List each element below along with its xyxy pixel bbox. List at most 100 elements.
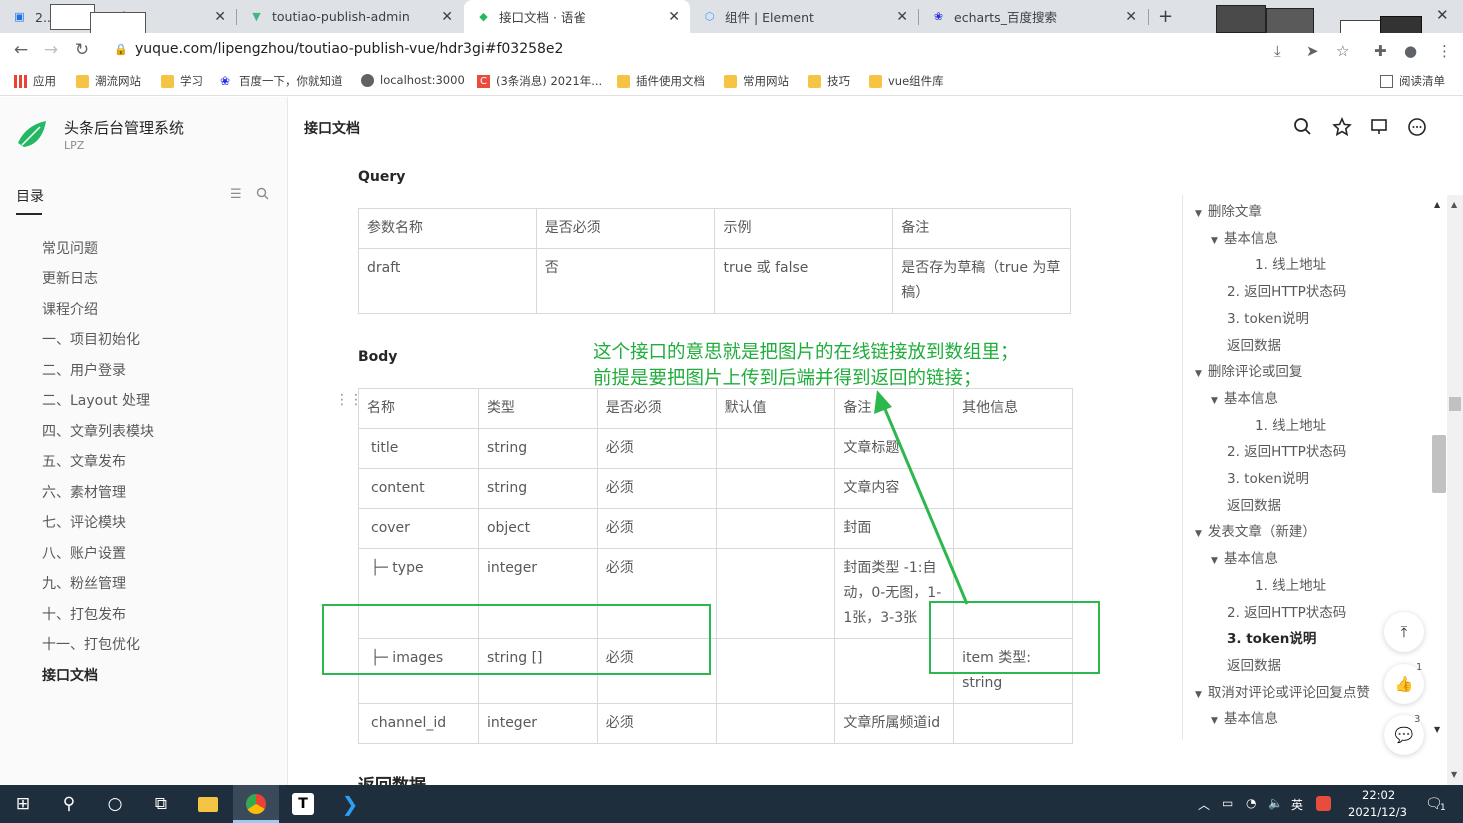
bookmark-item[interactable]: localhost:3000 — [361, 73, 465, 87]
outline-item[interactable]: 2. 返回HTTP状态码 — [1227, 440, 1346, 460]
outline-item[interactable]: 2. 返回HTTP状态码 — [1227, 601, 1346, 621]
close-icon[interactable]: ✕ — [896, 9, 908, 25]
present-icon[interactable] — [1369, 117, 1389, 137]
sidebar-item[interactable]: 二、用户登录 — [42, 360, 126, 380]
caret-down-icon[interactable]: ▼ — [1211, 396, 1218, 406]
bookmark-item[interactable]: vue组件库 — [869, 73, 944, 89]
outline-item[interactable]: 1. 线上地址 — [1255, 574, 1326, 594]
more-icon[interactable] — [1407, 117, 1427, 137]
url-text[interactable]: yuque.com/lipengzhou/toutiao-publish-vue… — [135, 41, 563, 57]
tab-toutiao-admin[interactable]: ▼ toutiao-publish-admin ✕ — [237, 0, 463, 33]
file-explorer-icon[interactable] — [185, 785, 231, 823]
bookmark-star-icon[interactable]: ☆ — [1336, 42, 1349, 60]
ime-indicator[interactable]: 英 — [1291, 796, 1303, 813]
tab-element[interactable]: ⬡ 组件 | Element ✕ — [690, 0, 918, 33]
outline-item[interactable]: 返回数据 — [1227, 654, 1281, 674]
sidebar-item[interactable]: 八、账户设置 — [42, 543, 126, 563]
caret-down-icon[interactable]: ▼ — [1195, 209, 1202, 219]
outline-item[interactable]: ▼ 发表文章（新建） — [1195, 520, 1316, 540]
search-icon[interactable] — [1293, 117, 1313, 137]
outline-item[interactable]: 3. token说明 — [1227, 627, 1316, 647]
sidebar-item[interactable]: 二、Layout 处理 — [42, 390, 150, 410]
forward-icon[interactable]: → — [40, 40, 62, 60]
star-icon[interactable] — [1332, 117, 1352, 137]
caret-down-icon[interactable]: ▼ — [1211, 236, 1218, 246]
back-icon[interactable]: ← — [10, 40, 32, 60]
outline-scroll-up-icon[interactable]: ▲ — [1434, 200, 1440, 209]
battery-icon[interactable]: ▭ — [1222, 796, 1233, 810]
outline-item[interactable]: ▼ 删除文章 — [1195, 200, 1262, 220]
back-to-top-button[interactable]: ⤒ — [1384, 612, 1424, 652]
tab-yuque-api-doc[interactable]: ◆ 接口文档 · 语雀 ✕ — [464, 0, 690, 33]
book-title[interactable]: 头条后台管理系统 — [64, 117, 184, 138]
close-icon[interactable]: ✕ — [1125, 9, 1137, 25]
window-close-icon[interactable]: ✕ — [1436, 6, 1449, 24]
network-icon[interactable]: ◔ — [1246, 796, 1256, 810]
chrome-icon[interactable] — [233, 785, 279, 823]
profile-icon[interactable]: ● — [1404, 42, 1417, 60]
sidebar-item[interactable]: 九、粉丝管理 — [42, 573, 126, 593]
windows-start-icon[interactable]: ⊞ — [0, 785, 46, 823]
outline-item[interactable]: 3. token说明 — [1227, 467, 1309, 487]
close-icon[interactable]: ✕ — [441, 9, 453, 25]
volume-icon[interactable]: 🔈 — [1268, 796, 1283, 810]
install-icon[interactable]: ⤓ — [1274, 42, 1281, 60]
caret-down-icon[interactable]: ▼ — [1195, 529, 1202, 539]
list-icon[interactable]: ☰ — [230, 187, 242, 202]
cortana-icon[interactable]: ○ — [92, 785, 138, 823]
outline-item[interactable]: ▼ 基本信息 — [1211, 707, 1278, 727]
outline-item[interactable]: 返回数据 — [1227, 334, 1281, 354]
outline-item[interactable]: ▼ 基本信息 — [1211, 547, 1278, 567]
outline-item[interactable]: 1. 线上地址 — [1255, 414, 1326, 434]
bookmark-item[interactable]: 技巧 — [808, 73, 850, 89]
sidebar-item[interactable]: 七、评论模块 — [42, 512, 126, 532]
task-view-icon[interactable]: ⧉ — [138, 785, 184, 823]
bookmark-item[interactable]: ❀ 百度一下，你就知道 — [220, 73, 343, 89]
scrollbar-thumb[interactable] — [1449, 397, 1461, 411]
search-icon[interactable] — [256, 187, 269, 200]
sogou-ime-icon[interactable] — [1316, 796, 1331, 814]
reading-list[interactable]: 阅读清单 — [1380, 73, 1445, 89]
outline-item[interactable]: ▼ 基本信息 — [1211, 227, 1278, 247]
sidebar-item[interactable]: 常见问题 — [42, 238, 98, 258]
caret-down-icon[interactable]: ▼ — [1195, 369, 1202, 379]
menu-icon[interactable]: ⋮ — [1437, 42, 1452, 60]
sidebar-item[interactable]: 十、打包发布 — [42, 604, 126, 624]
bookmark-item[interactable]: 常用网站 — [724, 73, 789, 89]
toc-title[interactable]: 目录 — [16, 186, 44, 206]
scroll-down-icon[interactable]: ▼ — [1451, 770, 1457, 779]
caret-down-icon[interactable]: ▼ — [1195, 690, 1202, 700]
tray-expand-icon[interactable]: ︿ — [1198, 796, 1210, 813]
outline-item[interactable]: ▼ 基本信息 — [1211, 387, 1278, 407]
bookmark-apps[interactable]: 应用 — [14, 73, 56, 89]
reload-icon[interactable]: ↻ — [71, 40, 93, 60]
caret-down-icon[interactable]: ▼ — [1211, 716, 1218, 726]
sidebar-item[interactable]: 五、文章发布 — [42, 451, 126, 471]
bookmark-item[interactable]: 插件使用文档 — [617, 73, 705, 89]
outline-item[interactable]: ▼ 删除评论或回复 — [1195, 360, 1302, 380]
sidebar-item[interactable]: 一、项目初始化 — [42, 329, 140, 349]
vscode-icon[interactable]: ❯ — [327, 785, 373, 823]
sidebar-item[interactable]: 十一、打包优化 — [42, 634, 140, 654]
search-icon[interactable]: ⚲ — [46, 785, 92, 823]
clock-date[interactable]: 2021/12/3 — [1348, 805, 1407, 819]
bookmark-item[interactable]: C (3条消息) 2021年... — [477, 73, 602, 89]
caret-down-icon[interactable]: ▼ — [1211, 556, 1218, 566]
outline-item[interactable]: 返回数据 — [1227, 494, 1281, 514]
outline-item[interactable]: 2. 返回HTTP状态码 — [1227, 280, 1346, 300]
clock-time[interactable]: 22:02 — [1362, 788, 1395, 802]
sidebar-item[interactable]: 课程介绍 — [42, 299, 98, 319]
scroll-up-icon[interactable]: ▲ — [1451, 200, 1457, 209]
typora-icon[interactable]: T — [280, 785, 326, 823]
bookmark-item[interactable]: 潮流网站 — [76, 73, 141, 89]
outline-item[interactable]: ▼ 取消对评论或评论回复点赞 — [1195, 681, 1370, 701]
outline-item[interactable]: 1. 线上地址 — [1255, 253, 1326, 273]
bookmark-item[interactable]: 学习 — [161, 73, 203, 89]
new-tab-icon[interactable]: + — [1158, 6, 1173, 27]
extensions-icon[interactable]: ✚ — [1374, 42, 1387, 60]
tab-echarts-search[interactable]: ❀ echarts_百度搜索 ✕ — [919, 0, 1147, 33]
send-icon[interactable]: ➤ — [1306, 42, 1319, 60]
outline-item[interactable]: 3. token说明 — [1227, 307, 1309, 327]
sidebar-item[interactable]: 四、文章列表模块 — [42, 421, 154, 441]
sidebar-item[interactable]: 更新日志 — [42, 268, 98, 288]
